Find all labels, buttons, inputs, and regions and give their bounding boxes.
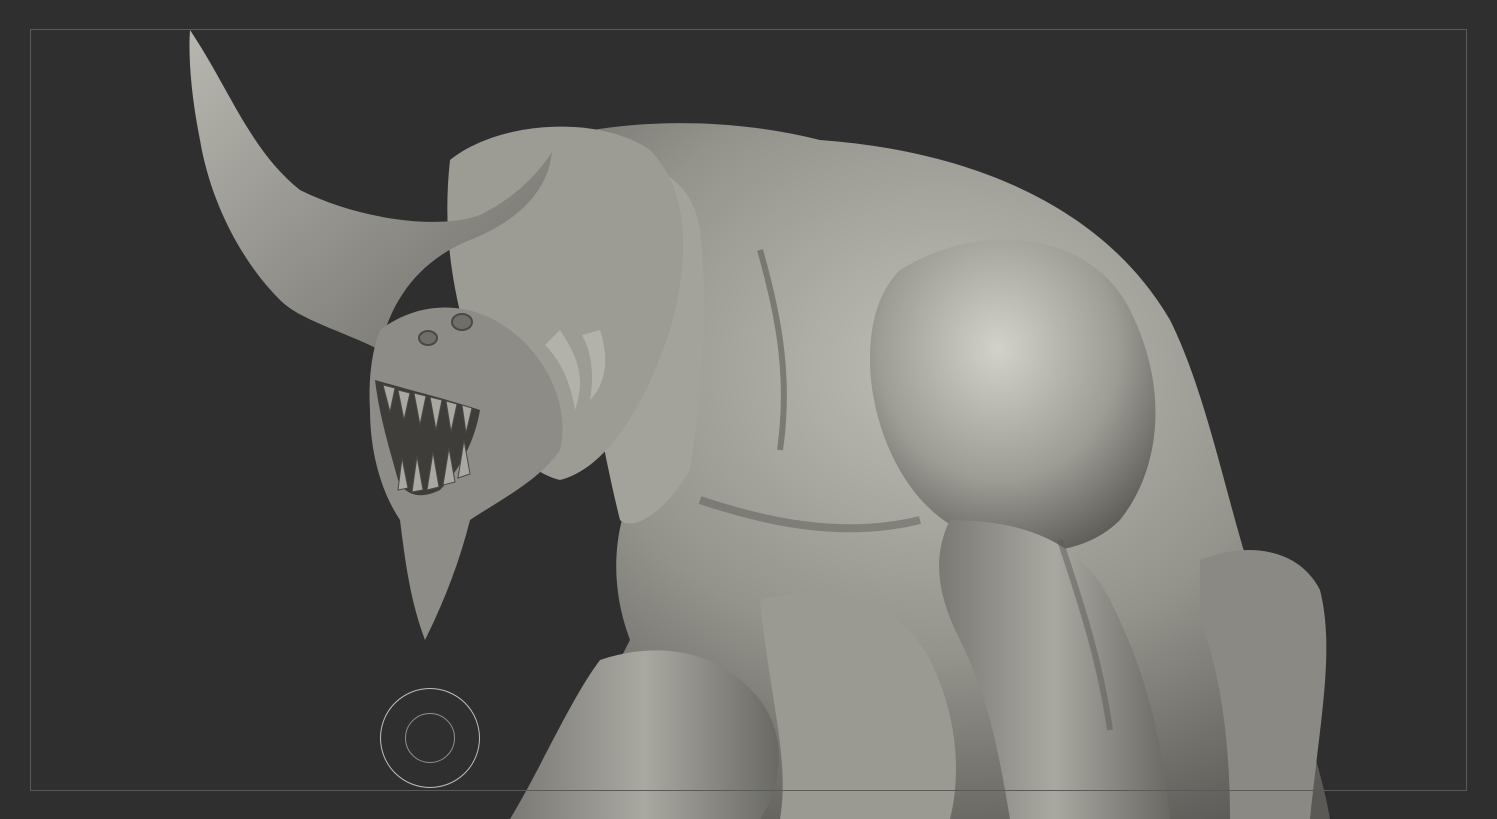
eye: [451, 313, 473, 331]
sculpt-viewport[interactable]: [0, 0, 1497, 819]
brush-cursor-inner-icon: [405, 713, 455, 763]
creature-sculpt-model[interactable]: [0, 0, 1497, 819]
brush-cursor-icon: [380, 688, 480, 788]
eye-socket: [418, 330, 438, 346]
